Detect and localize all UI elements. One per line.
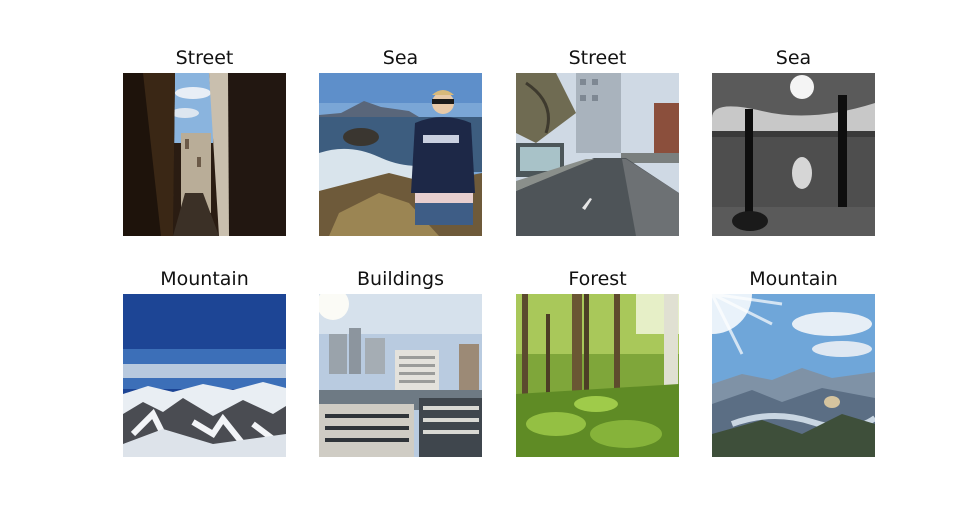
panel-photo bbox=[712, 294, 875, 457]
panel-title: Street bbox=[568, 47, 627, 69]
panel-photo bbox=[123, 294, 286, 457]
panel-title: Forest bbox=[568, 268, 627, 290]
panel-photo bbox=[319, 73, 482, 236]
panel-photo bbox=[123, 73, 286, 236]
panel-title: Sea bbox=[382, 47, 419, 69]
panel-title: Mountain bbox=[749, 268, 838, 290]
panel-photo bbox=[319, 294, 482, 457]
panel-photo bbox=[712, 73, 875, 236]
panel-title: Street bbox=[175, 47, 234, 69]
panel-photo bbox=[516, 294, 679, 457]
panel-title: Mountain bbox=[160, 268, 249, 290]
image-grid: Street Sea Street Sea Mountain Buildings… bbox=[0, 0, 972, 526]
panel-title: Sea bbox=[775, 47, 812, 69]
panel-photo bbox=[516, 73, 679, 236]
panel-title: Buildings bbox=[357, 268, 444, 290]
